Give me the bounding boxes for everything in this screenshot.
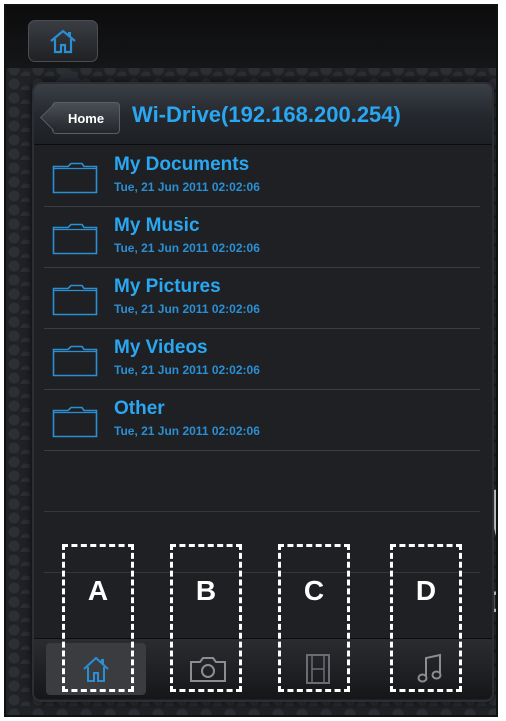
folder-icon xyxy=(52,284,98,316)
annotation-label: C xyxy=(303,575,325,606)
device-screen: W D Home Wi-Drive(192.168.200.254) My Do… xyxy=(4,4,498,717)
folder-icon xyxy=(52,162,98,194)
list-item[interactable]: Other Tue, 21 Jun 2011 02:02:06 xyxy=(44,390,480,451)
folder-icon xyxy=(52,223,98,255)
annotation-label: D xyxy=(415,575,437,606)
annotation-box-d: D xyxy=(390,544,462,692)
popover-title: Wi-Drive(192.168.200.254) xyxy=(132,102,401,127)
folder-name: My Pictures xyxy=(114,276,221,297)
annotation-box-a: A xyxy=(62,544,134,692)
folder-date: Tue, 21 Jun 2011 02:02:06 xyxy=(114,180,260,194)
folder-name: My Videos xyxy=(114,337,208,358)
folder-name: My Documents xyxy=(114,154,250,175)
folder-name: Other xyxy=(114,398,165,419)
list-item[interactable]: My Pictures Tue, 21 Jun 2011 02:02:06 xyxy=(44,268,480,329)
list-item[interactable]: My Music Tue, 21 Jun 2011 02:02:06 xyxy=(44,207,480,268)
home-icon xyxy=(50,29,76,54)
list-item[interactable]: My Videos Tue, 21 Jun 2011 02:02:06 xyxy=(44,329,480,390)
annotation-box-b: B xyxy=(170,544,242,692)
folder-name: My Music xyxy=(114,215,200,236)
folder-date: Tue, 21 Jun 2011 02:02:06 xyxy=(114,424,260,438)
folder-icon xyxy=(52,345,98,377)
annotation-label: A xyxy=(87,575,109,606)
folder-date: Tue, 21 Jun 2011 02:02:06 xyxy=(114,363,260,377)
annotation-box-c: C xyxy=(278,544,350,692)
list-item[interactable]: My Documents Tue, 21 Jun 2011 02:02:06 xyxy=(44,146,480,207)
annotation-label: B xyxy=(195,575,217,606)
top-home-button[interactable] xyxy=(28,20,98,62)
popover-header: Home Wi-Drive(192.168.200.254) xyxy=(34,84,492,145)
folder-date: Tue, 21 Jun 2011 02:02:06 xyxy=(114,241,260,255)
folder-icon xyxy=(52,406,98,438)
top-bar xyxy=(6,6,496,68)
folder-list: My Documents Tue, 21 Jun 2011 02:02:06 M… xyxy=(44,146,480,573)
empty-row xyxy=(44,451,480,512)
folder-date: Tue, 21 Jun 2011 02:02:06 xyxy=(114,302,260,316)
home-back-button[interactable]: Home xyxy=(52,102,120,134)
